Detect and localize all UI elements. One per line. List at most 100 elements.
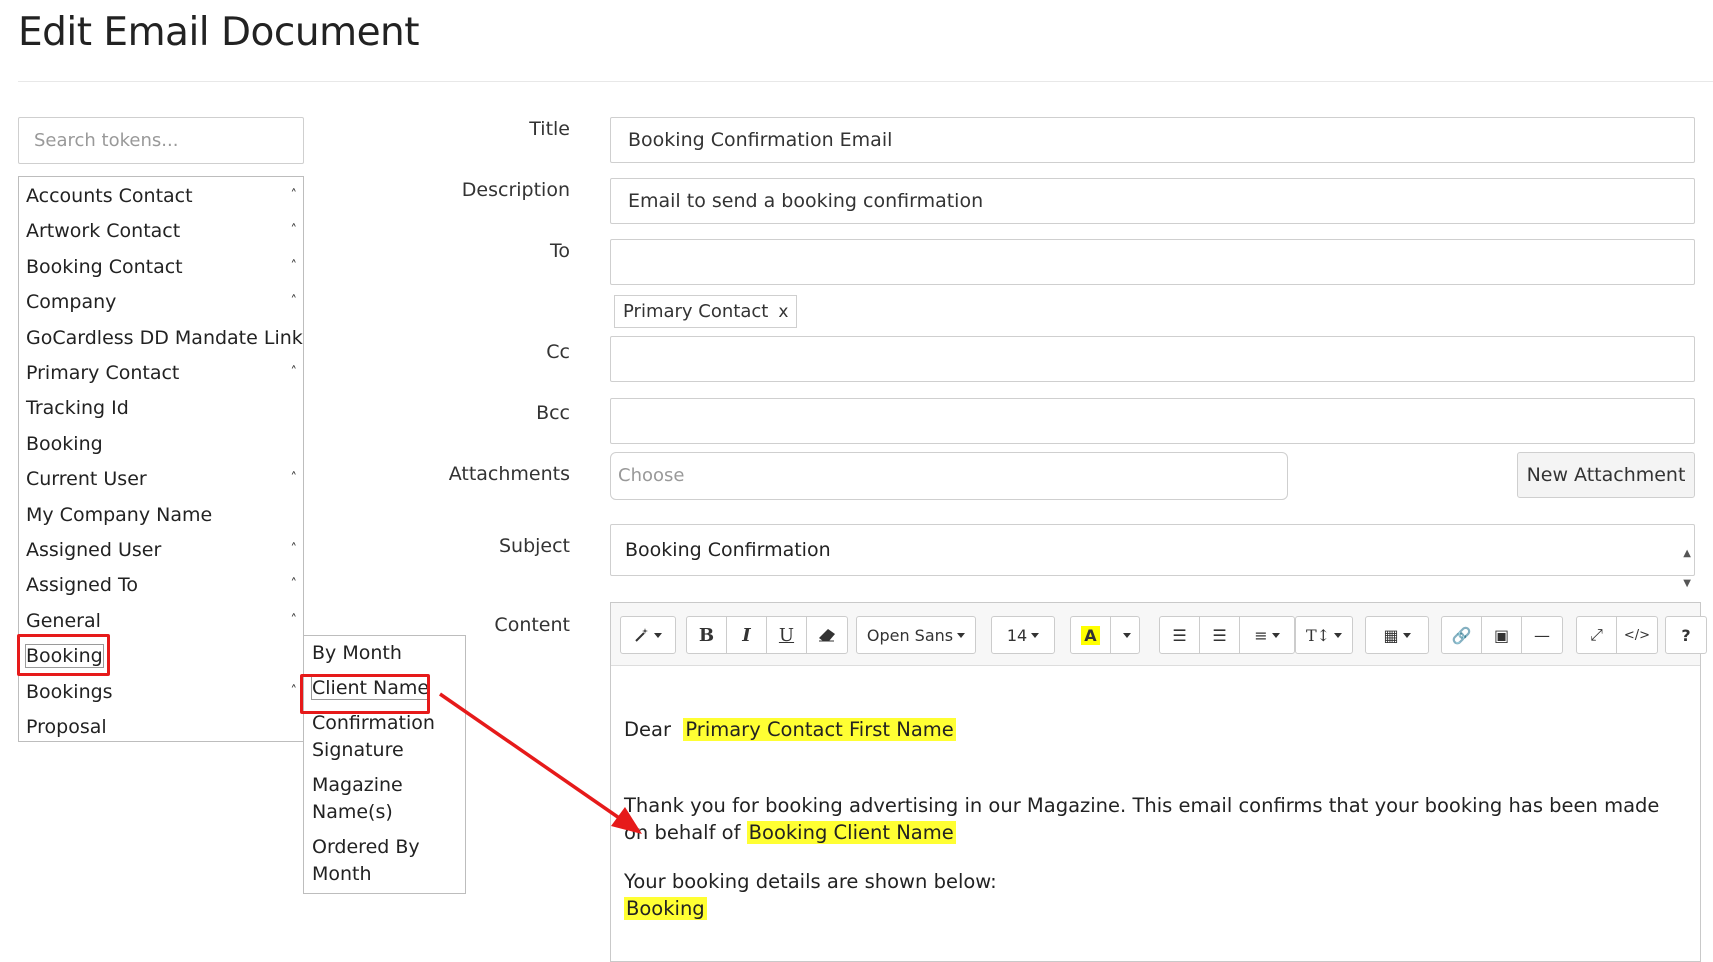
token-item[interactable]: My Company Name xyxy=(26,500,297,530)
token-item[interactable]: Booking xyxy=(26,429,297,459)
token-item[interactable]: GoCardless DD Mandate Link xyxy=(26,323,303,353)
underline-button[interactable]: U xyxy=(767,617,807,653)
token-item-label: Assigned To xyxy=(26,574,138,597)
bullet-list-icon[interactable]: ☰ xyxy=(1160,617,1200,653)
chevron-up-icon[interactable]: ˄ xyxy=(291,606,298,636)
token-item-label: Booking xyxy=(26,432,103,455)
italic-button[interactable]: I xyxy=(727,617,767,653)
submenu-item[interactable]: Ordered By Month xyxy=(312,834,459,888)
submenu-item-label: Client Name xyxy=(310,676,431,700)
subject-label: Subject xyxy=(498,535,570,557)
token-item-label: Tracking Id xyxy=(26,397,129,420)
chevron-up-icon[interactable]: ˄ xyxy=(291,677,298,707)
line-height-icon[interactable]: T↕ xyxy=(1296,617,1352,653)
code-view-icon[interactable]: </> xyxy=(1617,617,1657,653)
subject-value: Booking Confirmation xyxy=(625,539,831,561)
to-label: To xyxy=(549,240,570,262)
help-button[interactable]: ? xyxy=(1666,617,1706,653)
chevron-up-icon[interactable]: ˄ xyxy=(291,464,298,494)
image-icon[interactable]: ▣ xyxy=(1482,617,1522,653)
magic-wand-icon[interactable] xyxy=(621,617,675,653)
submenu-item[interactable]: Client Name xyxy=(310,675,459,702)
token-item[interactable]: Current User ˄ xyxy=(26,464,297,494)
chevron-up-icon[interactable]: ˄ xyxy=(291,570,298,600)
text-color-dropdown[interactable] xyxy=(1111,617,1139,653)
token-item[interactable]: Proposal xyxy=(26,712,297,742)
token-item-label: Proposal xyxy=(26,716,107,738)
chevron-up-icon[interactable]: ˄ xyxy=(291,535,298,565)
token-search-input[interactable] xyxy=(18,117,304,164)
eraser-icon[interactable] xyxy=(807,617,847,653)
chevron-up-icon[interactable]: ˄ xyxy=(291,252,298,282)
chevron-up-icon[interactable]: ˄ xyxy=(291,216,298,246)
title-divider xyxy=(18,81,1713,82)
token-item[interactable]: Assigned User ˄ xyxy=(26,535,297,565)
token-item-label: Primary Contact xyxy=(26,362,180,384)
align-icon[interactable]: ≡ xyxy=(1240,617,1294,653)
bcc-input[interactable] xyxy=(610,398,1695,444)
token-item[interactable]: Artwork Contact ˄ xyxy=(26,216,297,246)
editor-toolbar: B I U Open Sans 14 A ☰ ☰ ≡ T↕ ▦ 🔗 ▣ — ⤢ … xyxy=(611,603,1707,666)
bold-button[interactable]: B xyxy=(687,617,727,653)
font-size-dropdown[interactable]: 14 xyxy=(992,617,1054,653)
content-label: Content xyxy=(494,614,570,636)
editor-body[interactable]: Dear Primary Contact First Name Thank yo… xyxy=(624,666,1686,961)
description-label: Description xyxy=(461,179,570,201)
fullscreen-icon[interactable]: ⤢ xyxy=(1577,617,1617,653)
cc-label: Cc xyxy=(546,341,570,363)
token-item-label: My Company Name xyxy=(26,503,213,526)
page-title: Edit Email Document xyxy=(18,10,420,55)
bcc-label: Bcc xyxy=(536,402,570,424)
submenu-item-label: By Month xyxy=(312,642,402,664)
title-input[interactable] xyxy=(610,117,1695,163)
submenu-item-label: Ordered By Month xyxy=(312,836,420,885)
token-submenu: By Month Client Name Confirmation Signatur… xyxy=(303,635,466,894)
token-item-label: Booking Contact xyxy=(26,255,183,278)
token-item[interactable]: Primary Contact ˄ xyxy=(26,358,297,388)
new-attachment-button[interactable]: New Attachment xyxy=(1517,452,1695,498)
greeting-line: Dear Primary Contact First Name xyxy=(624,718,956,741)
subject-input[interactable]: Booking Confirmation ▲ ▼ xyxy=(610,524,1695,589)
token-item[interactable]: Bookings ˄ xyxy=(26,677,297,707)
token-item[interactable]: General ˄ xyxy=(26,606,297,636)
token-item[interactable]: Company ˄ xyxy=(26,287,297,317)
chip-label: Primary Contact xyxy=(623,301,769,322)
merge-token[interactable]: Booking xyxy=(624,897,707,920)
text-color-button[interactable]: A xyxy=(1071,617,1111,653)
token-item-label: Current User xyxy=(26,468,147,491)
submenu-item[interactable]: Magazine Name(s) xyxy=(312,772,459,826)
token-item[interactable]: Assigned To ˄ xyxy=(26,570,297,600)
attachments-select[interactable]: Choose xyxy=(610,452,1288,500)
merge-token[interactable]: Primary Contact First Name xyxy=(683,718,956,741)
table-icon[interactable]: ▦ xyxy=(1366,617,1428,653)
token-item-label: Artwork Contact xyxy=(26,220,181,243)
paragraph-2: Your booking details are shown below: Bo… xyxy=(624,870,997,920)
horizontal-rule-icon[interactable]: — xyxy=(1522,617,1562,653)
numbered-list-icon[interactable]: ☰ xyxy=(1200,617,1240,653)
token-item[interactable]: Tracking Id xyxy=(26,393,297,423)
chevron-up-icon[interactable]: ˄ xyxy=(291,287,298,317)
token-item[interactable]: Accounts Contact ˄ xyxy=(26,181,297,211)
chevron-up-icon[interactable]: ˄ xyxy=(291,181,298,211)
token-item[interactable]: Booking xyxy=(25,641,297,671)
submenu-item[interactable]: By Month xyxy=(312,640,459,667)
content-editor: B I U Open Sans 14 A ☰ ☰ ≡ T↕ ▦ 🔗 ▣ — ⤢ … xyxy=(610,602,1707,962)
token-item-label: GoCardless DD Mandate Link xyxy=(26,326,303,349)
title-label: Title xyxy=(529,118,570,140)
link-icon[interactable]: 🔗 xyxy=(1442,617,1482,653)
font-family-dropdown[interactable]: Open Sans xyxy=(857,617,975,653)
token-item-label: Company xyxy=(26,291,117,314)
cc-input[interactable] xyxy=(610,336,1695,382)
text-color-icon: A xyxy=(1081,625,1100,645)
token-item[interactable]: Booking Contact ˄ xyxy=(26,252,297,282)
paragraph-1: Thank you for booking advertising in our… xyxy=(624,794,1660,844)
merge-token[interactable]: Booking Client Name xyxy=(746,821,956,844)
to-input[interactable] xyxy=(610,239,1695,285)
chip-remove-icon[interactable]: x xyxy=(778,302,788,322)
submenu-item[interactable]: Confirmation Signature xyxy=(312,710,459,764)
to-recipient-chip: Primary Contact x xyxy=(614,295,798,328)
description-input[interactable] xyxy=(610,178,1695,224)
submenu-item-label: Confirmation Signature xyxy=(312,712,435,761)
chevron-up-icon[interactable]: ˄ xyxy=(291,358,298,388)
token-item-label: Booking xyxy=(25,644,104,669)
